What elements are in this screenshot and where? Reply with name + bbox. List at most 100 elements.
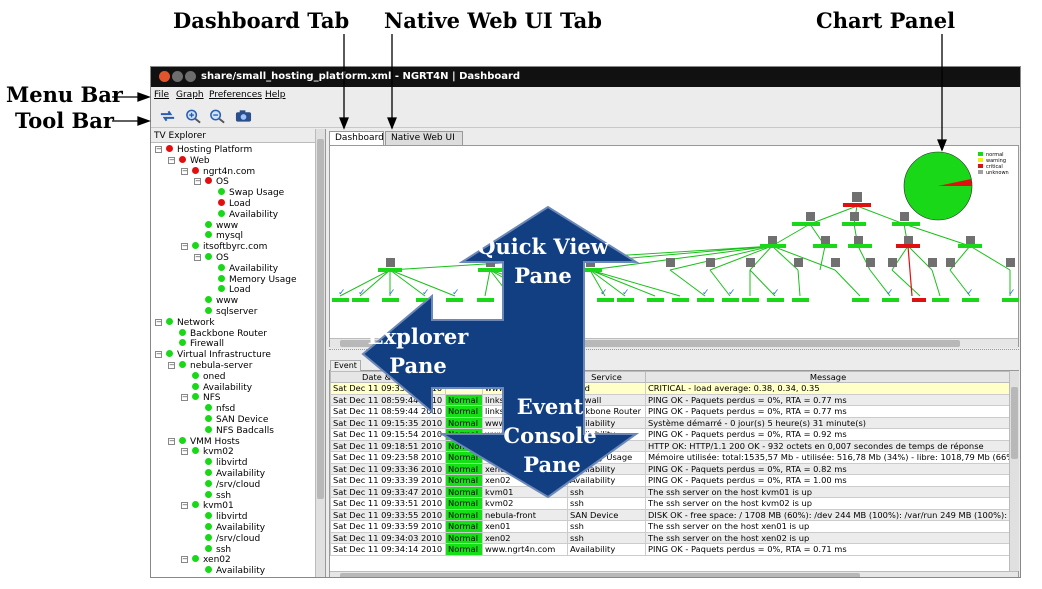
collapse-icon[interactable]: − <box>155 351 162 359</box>
collapse-icon[interactable]: − <box>181 243 188 251</box>
tree-item[interactable]: ssh <box>194 490 231 502</box>
refresh-icon[interactable] <box>159 108 176 124</box>
service-map[interactable]: ✓ ✓ ✓ ✓ ✓ ✓ ✓ ✓ ✓ ✓ ✓ ✓ ✓ normal warning critical … <box>330 146 1020 348</box>
tree-item[interactable]: /srv/cloud <box>194 479 260 491</box>
collapse-icon[interactable]: − <box>194 178 201 186</box>
tree-item[interactable]: − Web <box>168 155 210 167</box>
event-row[interactable]: Sat Dec 11 09:23:58 2010 Normal www.itsoft… <box>330 451 1011 464</box>
console-scroll-thumb[interactable] <box>1011 387 1018 459</box>
event-row[interactable]: Sat Dec 11 08:59:44 2010 Normal linksys Bac… <box>330 405 1011 418</box>
collapse-icon[interactable]: − <box>194 254 201 261</box>
col-message[interactable]: Message <box>645 371 1011 383</box>
event-row[interactable]: Sat Dec 11 09:18:51 2010 Normal www.itsoft… <box>330 439 1011 452</box>
tree-item[interactable]: − itsoftbyrc.com <box>181 242 267 253</box>
tree-item[interactable]: − Virtual Infrastructure <box>155 350 271 361</box>
event-row[interactable]: Sat Dec 11 09:33:36 2010 Normal xen01 Avail… <box>330 462 1011 475</box>
tree-item[interactable]: − OS <box>194 253 229 264</box>
event-row[interactable]: Sat Dec 11 09:33:55 2010 Normal nebula-fro… <box>330 508 1011 521</box>
collapse-icon[interactable]: − <box>181 394 188 402</box>
tree-item[interactable]: Backbone Router <box>168 328 267 340</box>
camera-icon[interactable] <box>235 108 252 124</box>
zoom-out-icon[interactable] <box>209 108 226 124</box>
tree-item[interactable]: sqlserver <box>194 307 257 318</box>
console-scrollbar[interactable] <box>1009 371 1019 571</box>
collapse-icon[interactable]: − <box>168 156 175 164</box>
tab-event-console[interactable]: Event <box>330 360 361 371</box>
tree-item[interactable]: Memory Usage <box>207 274 297 286</box>
explorer-scrollbar[interactable] <box>315 129 325 577</box>
tree-item[interactable]: Swap Usage <box>207 188 284 199</box>
collapse-icon[interactable]: − <box>155 318 162 326</box>
collapse-icon[interactable]: − <box>181 448 188 456</box>
collapse-icon[interactable]: − <box>181 167 188 175</box>
tree-item[interactable]: − kvm01 <box>181 501 234 512</box>
event-cell-message: PING OK - Paquets perdus = 0%, RTA = 0.9… <box>645 428 1011 441</box>
col-service[interactable]: Service <box>567 371 646 383</box>
collapse-icon[interactable]: − <box>168 362 175 369</box>
tree-item[interactable]: www <box>194 220 238 232</box>
event-row[interactable]: Sat Dec 11 08:59:44 2010 Normal linksys Fir… <box>330 393 1011 406</box>
tree-item[interactable]: Availability <box>207 209 278 221</box>
splitter[interactable] <box>329 349 1019 354</box>
tree-item[interactable]: − Network <box>155 317 215 329</box>
maximize-icon[interactable] <box>185 71 196 82</box>
tree-item[interactable]: − ngrt4n.com <box>181 166 255 178</box>
col-date[interactable]: Date & Time <box>330 371 446 383</box>
menu-file[interactable]: File <box>154 90 169 100</box>
collapse-icon[interactable]: − <box>168 437 175 445</box>
tree-item[interactable]: Availability <box>207 263 278 275</box>
menu-preferences[interactable]: Preferences <box>209 90 262 100</box>
console-hscrollbar[interactable] <box>330 571 1018 577</box>
col-host[interactable]: Host <box>482 371 568 383</box>
tree-item[interactable]: Availability <box>194 566 265 576</box>
tree-item[interactable]: − xen02 <box>181 555 231 566</box>
tree-item[interactable]: − nebula-server <box>168 361 252 372</box>
tab-native-web-ui[interactable]: Native Web UI <box>385 131 463 145</box>
dashboard-hscroll-thumb[interactable] <box>340 340 960 347</box>
tree-item[interactable]: Load <box>207 199 251 210</box>
col-status[interactable]: Status <box>445 371 483 383</box>
tree-item[interactable]: SAN Device <box>194 415 268 426</box>
collapse-icon[interactable]: − <box>181 556 188 564</box>
tree-item[interactable]: − kvm02 <box>181 447 234 458</box>
tree-item[interactable]: Load <box>207 285 251 296</box>
tree-item[interactable]: − VMM Hosts <box>168 436 240 448</box>
event-row[interactable]: Sat Dec 11 09:34:03 2010 Normal xen02 ssh Th… <box>330 531 1011 544</box>
event-row[interactable]: Sat Dec 11 09:34:14 2010 Normal www.ngrt4n… <box>330 543 1011 556</box>
event-row[interactable]: Sat Dec 11 09:33:47 2010 Normal kvm01 ssh Th… <box>330 485 1011 498</box>
tree-item[interactable]: ssh <box>194 544 231 556</box>
tree-item[interactable]: − Hosting Platform <box>155 145 252 156</box>
minimize-icon[interactable] <box>172 71 183 82</box>
tree-item[interactable]: www <box>194 296 238 307</box>
tree-item[interactable]: Availability <box>194 469 265 480</box>
tree-item[interactable]: NFS Badcalls <box>194 425 274 437</box>
menu-help[interactable]: Help <box>265 90 286 100</box>
event-row[interactable]: Sat Dec 11 09:15:35 2010 Normal www.itsoft… <box>330 416 1011 429</box>
tree-item[interactable]: oned <box>181 371 225 383</box>
event-row[interactable]: Sat Dec 11 09:33:59 2010 Normal xen01 ssh Th… <box>330 520 1011 533</box>
close-icon[interactable] <box>159 71 170 82</box>
menu-graph[interactable]: Graph <box>176 90 204 100</box>
tree-item[interactable]: − OS <box>194 177 229 188</box>
tree-item[interactable]: − NFS <box>181 393 220 404</box>
event-row[interactable]: Sat Dec 11 09:33:52 2010 Critical www.ngrt… <box>330 382 1011 395</box>
collapse-icon[interactable]: − <box>181 502 188 510</box>
status-pie-chart: normal warning critical unknown <box>903 151 1009 221</box>
tree-item[interactable]: /srv/cloud <box>194 533 260 545</box>
tree-item[interactable]: libvirtd <box>194 512 247 523</box>
console-hscroll-thumb[interactable] <box>340 573 860 577</box>
event-row[interactable]: Sat Dec 11 09:15:54 2010 Normal www.itsoft… <box>330 428 1011 441</box>
tree-item[interactable]: Availability <box>194 523 265 534</box>
tree-item[interactable]: mysql <box>194 231 243 242</box>
tab-dashboard[interactable]: Dashboard <box>329 131 384 145</box>
collapse-icon[interactable]: − <box>155 146 162 153</box>
event-row[interactable]: Sat Dec 11 09:33:39 2010 Normal xen02 Avail… <box>330 474 1011 487</box>
tree-item[interactable]: nfsd <box>194 404 235 415</box>
dashboard-hscrollbar[interactable] <box>330 338 1018 348</box>
tree-item[interactable]: Availability <box>181 382 252 394</box>
zoom-in-icon[interactable] <box>185 108 202 124</box>
event-row[interactable]: Sat Dec 11 09:33:51 2010 Normal kvm02 ssh Th… <box>330 497 1011 510</box>
explorer-scroll-thumb[interactable] <box>317 139 324 499</box>
tree-item[interactable]: Firewall <box>168 339 224 350</box>
tree-item[interactable]: libvirtd <box>194 458 247 469</box>
